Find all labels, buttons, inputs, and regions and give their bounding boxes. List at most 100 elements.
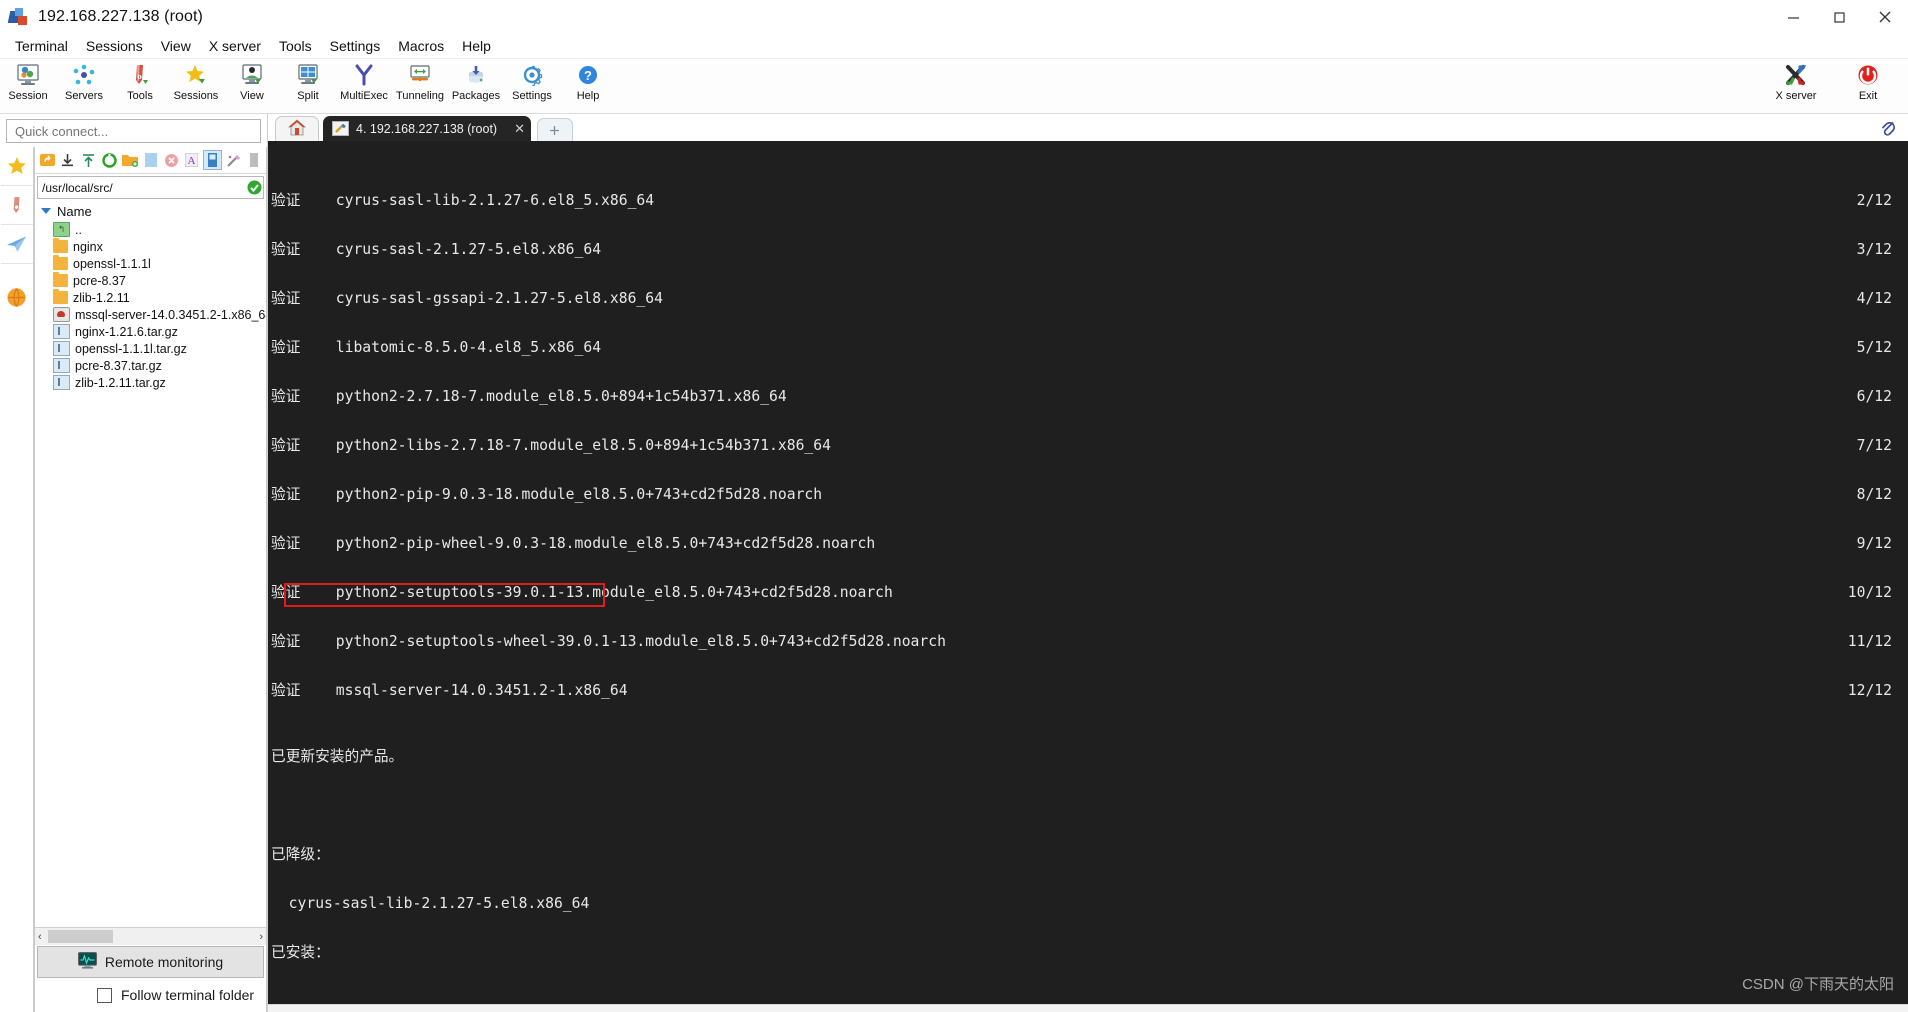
- toolbar-sessions-label: Sessions: [173, 90, 219, 102]
- verify-label: 验证: [271, 339, 301, 357]
- sftp-text-mode-button[interactable]: A: [182, 150, 201, 170]
- scrollbar-thumb[interactable]: [47, 930, 113, 943]
- remote-monitoring-button[interactable]: Remote monitoring: [37, 946, 264, 978]
- quick-connect-input[interactable]: [13, 122, 254, 140]
- sidebar-send-button[interactable]: [0, 225, 33, 264]
- menu-macros[interactable]: Macros: [389, 36, 453, 56]
- list-item[interactable]: openssl-1.1.1l.tar.gz: [35, 340, 266, 357]
- menu-terminal[interactable]: Terminal: [6, 36, 77, 56]
- refresh-icon: [102, 152, 117, 168]
- terminal-line: 验证 python2-libs-2.7.18-7.module_el8.5.0+…: [271, 437, 1908, 455]
- home-tab-button[interactable]: [275, 116, 319, 141]
- archive-file-icon: [53, 341, 70, 356]
- servers-icon: [70, 62, 98, 88]
- menu-tools[interactable]: Tools: [270, 36, 321, 56]
- sftp-more-button[interactable]: [244, 150, 263, 170]
- toolbar-session-button[interactable]: Session: [0, 59, 56, 102]
- scroll-left-arrow-icon[interactable]: ‹: [38, 931, 42, 943]
- list-item[interactable]: ↰ ..: [35, 221, 266, 238]
- toolbar-right-group: X server Exit: [1760, 59, 1904, 102]
- menu-sessions[interactable]: Sessions: [77, 36, 152, 56]
- file-name: pcre-8.37.tar.gz: [75, 358, 162, 373]
- list-item[interactable]: pcre-8.37.tar.gz: [35, 357, 266, 374]
- tab-bar: 4. 192.168.227.138 (root) ✕: [268, 114, 1908, 141]
- follow-terminal-folder-checkbox[interactable]: [97, 987, 112, 1003]
- sftp-new-folder-button[interactable]: [121, 150, 140, 170]
- sftp-horizontal-scrollbar[interactable]: ‹ ›: [35, 927, 266, 945]
- sftp-upload-button[interactable]: [79, 150, 98, 170]
- go-up-icon: [39, 154, 55, 166]
- list-item[interactable]: nginx-1.21.6.tar.gz: [35, 323, 266, 340]
- star-icon: [7, 156, 26, 174]
- toolbar-help-button[interactable]: ? Help: [560, 59, 616, 102]
- tab-close-icon[interactable]: ✕: [514, 121, 525, 137]
- menu-settings[interactable]: Settings: [321, 36, 390, 56]
- toolbar-packages-label: Packages: [451, 90, 501, 102]
- sftp-status-ok-icon: [245, 180, 263, 195]
- toolbar-tunneling-button[interactable]: Tunneling: [392, 59, 448, 102]
- updated-line: 已更新安装的产品。: [271, 747, 404, 765]
- maximize-button[interactable]: [1816, 0, 1862, 34]
- sftp-download-button[interactable]: [59, 150, 78, 170]
- list-item[interactable]: nginx: [35, 238, 266, 255]
- menu-x-server[interactable]: X server: [200, 36, 270, 56]
- list-item[interactable]: zlib-1.2.11.tar.gz: [35, 374, 266, 391]
- toolbar-x-server-button[interactable]: X server: [1760, 59, 1832, 102]
- list-item[interactable]: mssql-server-14.0.3451.2-1.x86_64.rpm: [35, 306, 266, 323]
- sftp-refresh-button[interactable]: [100, 150, 119, 170]
- toolbar-view-button[interactable]: View: [224, 59, 280, 102]
- quick-connect-box[interactable]: [6, 119, 261, 143]
- toolbar-sessions-button[interactable]: Sessions: [168, 59, 224, 102]
- toolbar-tools-button[interactable]: Tools: [112, 59, 168, 102]
- sftp-file-list[interactable]: ↰ .. nginx openssl-1.1.1l pcre-8.37 zlib…: [35, 221, 266, 927]
- verify-pkg: python2-libs-2.7.18-7.module_el8.5.0+894…: [335, 437, 831, 455]
- scroll-right-arrow-icon[interactable]: ›: [259, 931, 263, 943]
- menu-view[interactable]: View: [152, 36, 200, 56]
- terminal-line: 验证 python2-setuptools-wheel-39.0.1-13.mo…: [271, 633, 1908, 651]
- tab-session-4[interactable]: 4. 192.168.227.138 (root) ✕: [323, 116, 531, 141]
- verify-pkg: cyrus-sasl-lib-2.1.27-6.el8_5.x86_64: [335, 192, 655, 210]
- tab-label: 4. 192.168.227.138 (root): [356, 121, 498, 136]
- sidebar-globe-button[interactable]: [1, 278, 33, 316]
- terminal-line: 已安装：: [271, 944, 1908, 961]
- toolbar-split-button[interactable]: Split: [280, 59, 336, 102]
- verify-label: 验证: [271, 437, 301, 455]
- list-item[interactable]: pcre-8.37: [35, 272, 266, 289]
- parent-folder-icon: ↰: [53, 222, 70, 237]
- sidebar-favorites-button[interactable]: [0, 147, 33, 186]
- toolbar-settings-button[interactable]: Settings: [504, 59, 560, 102]
- sftp-binary-mode-button[interactable]: [203, 150, 222, 170]
- toolbar-servers-button[interactable]: Servers: [56, 59, 112, 102]
- list-item[interactable]: openssl-1.1.1l: [35, 255, 266, 272]
- sftp-delete-button[interactable]: [162, 150, 181, 170]
- right-pane: 4. 192.168.227.138 (root) ✕ 验证 cyrus-sas…: [268, 114, 1908, 1012]
- list-item[interactable]: zlib-1.2.11: [35, 289, 266, 306]
- paper-plane-icon: [6, 236, 27, 252]
- sftp-toolbar: A: [35, 147, 266, 174]
- sftp-path-bar[interactable]: /usr/local/src/: [37, 176, 264, 199]
- toolbar-multiexec-button[interactable]: MultiExec: [336, 59, 392, 102]
- verify-label: 验证: [271, 290, 301, 308]
- watermark: CSDN @下雨天的太阳: [1742, 976, 1894, 993]
- sidebar-tools-button[interactable]: [0, 186, 33, 225]
- close-button[interactable]: [1862, 0, 1908, 34]
- verify-label: 验证: [271, 633, 301, 651]
- toolbar-exit-button[interactable]: Exit: [1832, 59, 1904, 102]
- toolbar-help-label: Help: [576, 90, 600, 102]
- verify-label: 验证: [271, 486, 301, 504]
- sftp-go-up-button[interactable]: [38, 150, 57, 170]
- follow-terminal-folder-row[interactable]: Follow terminal folder: [35, 978, 266, 1012]
- sftp-new-file-button[interactable]: [141, 150, 160, 170]
- menu-help[interactable]: Help: [453, 36, 500, 56]
- file-name: ..: [75, 222, 82, 237]
- new-tab-button[interactable]: [536, 118, 573, 141]
- terminal-screen[interactable]: 验证 cyrus-sasl-lib-2.1.27-6.el8_5.x86_64 2…: [268, 141, 1908, 1004]
- toolbar-packages-button[interactable]: Packages: [448, 59, 504, 102]
- attach-clip-button[interactable]: [1878, 117, 1898, 137]
- minimize-button[interactable]: [1770, 0, 1816, 34]
- x-server-icon: [1782, 62, 1810, 88]
- sftp-magic-button[interactable]: [224, 150, 243, 170]
- toolbar-tools-label: Tools: [127, 90, 153, 102]
- sftp-column-header[interactable]: Name: [35, 201, 266, 221]
